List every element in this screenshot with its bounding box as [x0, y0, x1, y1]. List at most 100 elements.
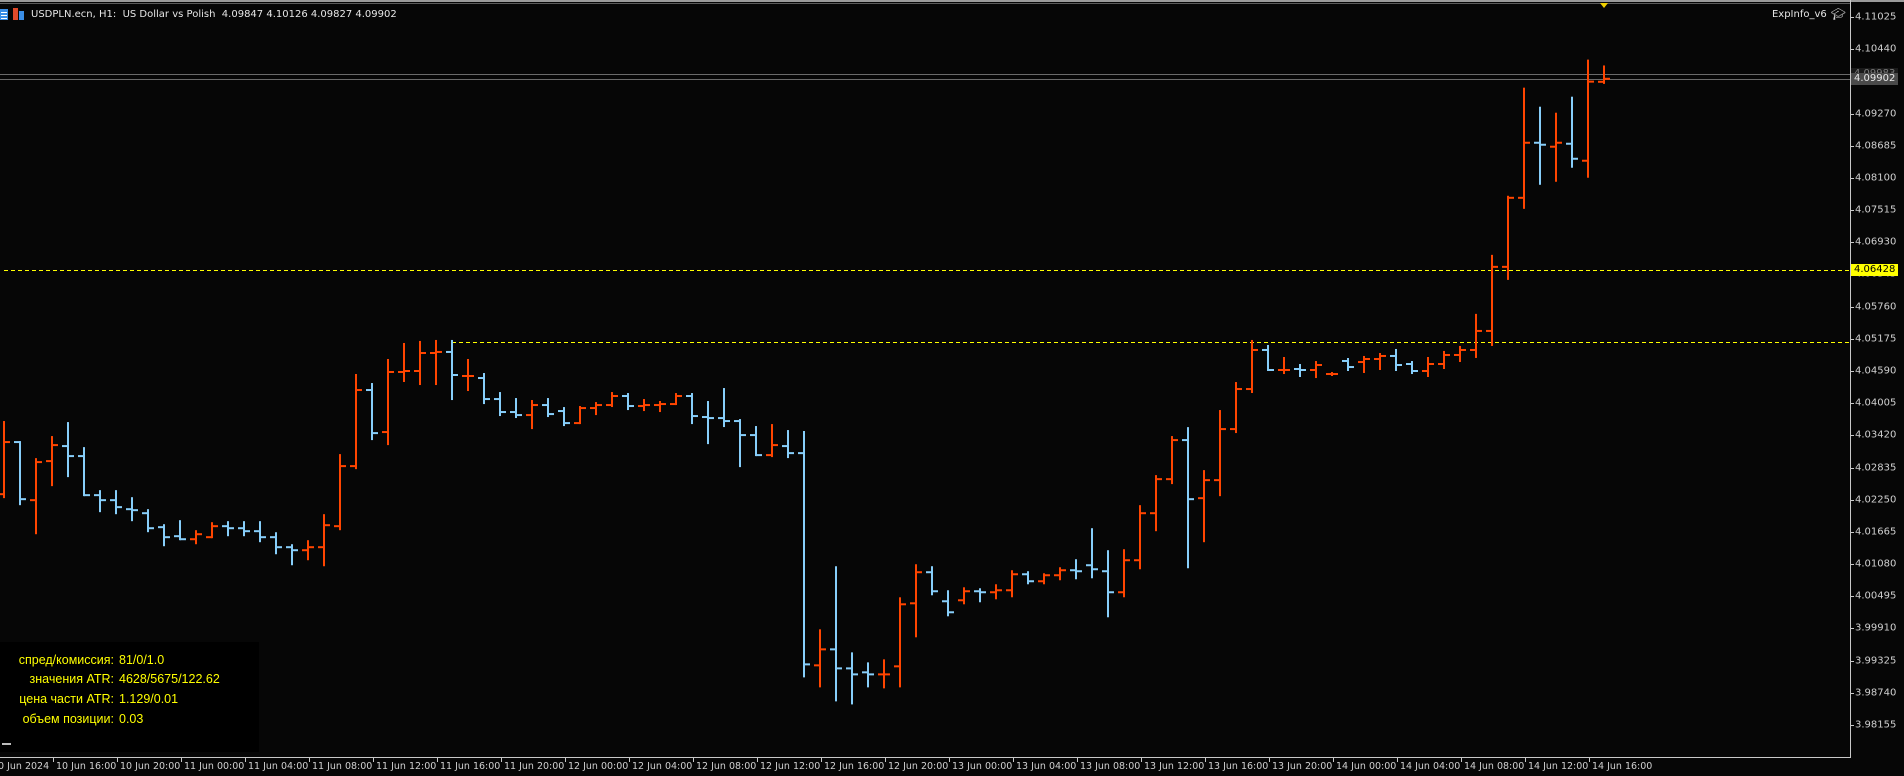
price-chart — [0, 59, 1850, 705]
ohlc-bar — [558, 407, 570, 427]
time-tick-label: 13 Jun 12:00 — [1144, 761, 1205, 772]
ohlc-bar — [1342, 357, 1354, 372]
ohlc-bar — [1150, 475, 1162, 532]
info-row-volume: объем позиции: 0.03 — [0, 712, 259, 728]
time-tick-label: 14 Jun 00:00 — [1336, 761, 1397, 772]
time-tick-mark — [245, 757, 246, 762]
ohlc-bar — [1118, 549, 1130, 598]
time-tick-label: 12 Jun 20:00 — [888, 761, 949, 772]
price-tick-mark — [1850, 532, 1854, 533]
time-tick-mark — [949, 757, 950, 762]
ohlc-bar — [734, 419, 746, 468]
time-tick-mark — [117, 757, 118, 762]
ohlc-bar — [1550, 112, 1562, 182]
time-tick-mark — [565, 757, 566, 762]
time-tick-mark — [1077, 757, 1078, 762]
price-tick-label: 4.04590 — [1855, 365, 1897, 377]
info-value: 1.129/0.01 — [119, 692, 179, 706]
ohlc-bar — [1390, 348, 1402, 372]
time-tick-mark — [181, 757, 182, 762]
ohlc-bar — [1406, 361, 1418, 375]
ohlc-bar — [1278, 357, 1290, 375]
ohlc-bar — [910, 564, 922, 638]
price-tick-label: 4.00495 — [1855, 590, 1897, 602]
time-tick-mark — [309, 757, 310, 762]
price-tick-mark — [1850, 435, 1854, 436]
ohlc-bar — [702, 401, 714, 445]
indicator-label[interactable]: ExpInfo_v6 🎓︎ — [1772, 7, 1846, 21]
ohlc-bar — [62, 422, 74, 478]
time-tick-label: 14 Jun 04:00 — [1400, 761, 1461, 772]
ohlc-bar — [286, 544, 298, 566]
ohlc-bar — [1214, 410, 1226, 497]
ohlc-bar — [1198, 470, 1210, 543]
time-tick-label: 10 Jun 2024 — [0, 761, 50, 772]
time-tick-mark — [53, 757, 54, 762]
time-tick-label: 14 Jun 16:00 — [1592, 761, 1653, 772]
time-tick-mark — [437, 757, 438, 762]
ohlc-bar — [46, 436, 58, 487]
time-tick-mark — [1397, 757, 1398, 762]
ohlc-bar — [238, 521, 250, 537]
price-tick-mark — [1850, 661, 1854, 662]
price-tick-mark — [1850, 339, 1854, 340]
ohlc-bar — [798, 431, 810, 678]
ohlc-bar — [1134, 505, 1146, 570]
ohlc-bar — [270, 532, 282, 555]
price-tick-mark — [1850, 500, 1854, 501]
ohlc-bar — [430, 339, 442, 386]
ohlc-bar — [1022, 571, 1034, 585]
price-tick-mark — [1850, 146, 1854, 147]
ohlc-bar — [878, 659, 890, 689]
ohlc-readout: 4.09847 4.10126 4.09827 4.09902 — [221, 8, 397, 20]
price-tick-mark — [1850, 178, 1854, 179]
ohlc-bar — [894, 597, 906, 688]
chart-header: USDPLN.ecn, H1: US Dollar vs Polish 4.09… — [0, 7, 397, 21]
price-tick-label: 4.01665 — [1855, 526, 1897, 538]
price-tick-label: 4.04005 — [1855, 397, 1897, 409]
ohlc-bar — [1518, 87, 1530, 209]
graduation-cap-icon: 🎓︎ — [1830, 7, 1846, 21]
ohlc-bar — [686, 393, 698, 425]
time-tick-label: 13 Jun 04:00 — [1016, 761, 1077, 772]
price-tick-label: 4.05175 — [1855, 333, 1897, 345]
ohlc-bar — [670, 393, 682, 406]
ohlc-bar — [1566, 96, 1578, 168]
ohlc-bar — [830, 566, 842, 702]
ohlc-bar — [334, 454, 346, 531]
bar-chart-icon[interactable] — [13, 8, 25, 20]
time-tick-mark — [821, 757, 822, 762]
time-tick-mark — [629, 757, 630, 762]
time-tick-label: 14 Jun 08:00 — [1464, 761, 1525, 772]
ohlc-bar — [1374, 352, 1386, 371]
ohlc-bar — [1486, 254, 1498, 346]
price-tick-label: 3.98740 — [1855, 687, 1897, 699]
time-tick-mark — [1461, 757, 1462, 762]
ohlc-bar — [1326, 372, 1338, 377]
chart-plot-area[interactable] — [0, 0, 1851, 758]
info-label: спред/комиссия: — [18, 653, 114, 667]
info-value: 81/0/1.0 — [119, 653, 165, 667]
ohlc-bar — [1070, 559, 1082, 580]
time-tick-label: 11 Jun 00:00 — [184, 761, 245, 772]
time-tick-label: 13 Jun 00:00 — [952, 761, 1013, 772]
bid-price-label: 4.09902 — [1851, 73, 1899, 85]
price-tick-label: 4.10440 — [1855, 43, 1897, 55]
price-tick-label: 4.02250 — [1855, 494, 1897, 506]
time-tick-mark — [1333, 757, 1334, 762]
time-tick-label: 11 Jun 12:00 — [376, 761, 437, 772]
price-tick-mark — [1850, 564, 1854, 565]
panel-minimize-handle[interactable] — [2, 743, 11, 745]
price-tick-label: 4.06930 — [1855, 236, 1897, 248]
ohlc-bar — [414, 340, 426, 386]
price-tick-mark — [1850, 17, 1854, 18]
time-tick-mark — [1269, 757, 1270, 762]
time-tick-label: 14 Jun 12:00 — [1528, 761, 1589, 772]
ohlc-bar — [1054, 567, 1066, 581]
list-icon[interactable] — [0, 8, 8, 20]
price-tick-mark — [1850, 725, 1854, 726]
time-tick-label: 12 Jun 04:00 — [632, 761, 693, 772]
info-row-atr-price: цена части ATR: 1.129/0.01 — [0, 692, 259, 708]
price-tick-mark — [1850, 307, 1854, 308]
ohlc-bar — [30, 458, 42, 535]
